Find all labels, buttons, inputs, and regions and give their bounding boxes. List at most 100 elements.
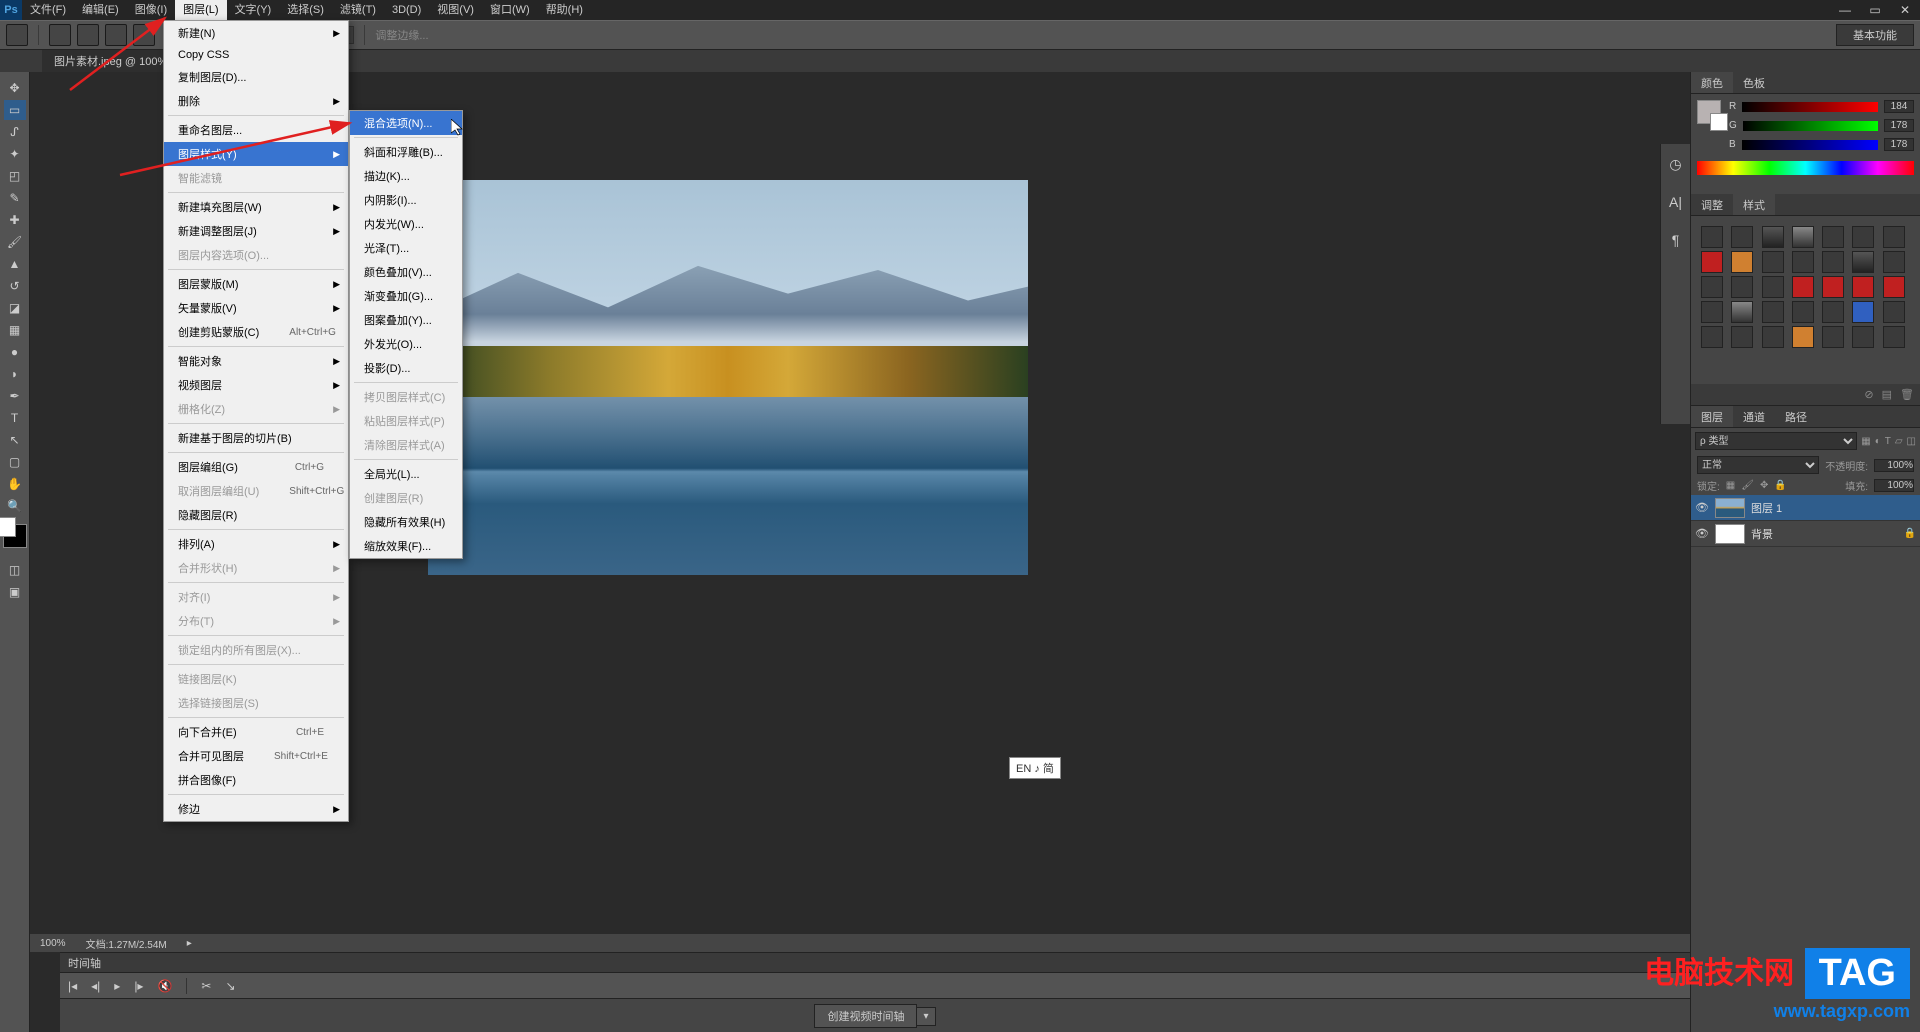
style-preset[interactable] [1883,251,1905,273]
history-panel-icon[interactable]: ◷ [1665,154,1687,174]
menu-item[interactable]: 颜色叠加(V)... [350,260,462,284]
minimize-button[interactable]: — [1830,0,1860,20]
style-preset[interactable] [1822,251,1844,273]
healing-tool[interactable]: ✚ [4,210,26,230]
style-preset[interactable] [1701,326,1723,348]
menu-3d[interactable]: 3D(D) [384,0,429,20]
selection-new-icon[interactable] [49,24,71,46]
tab-styles[interactable]: 样式 [1733,194,1775,215]
layer-thumbnail[interactable] [1715,524,1745,544]
menu-文件[interactable]: 文件(F) [22,0,74,20]
panel-new-icon[interactable]: ▤ [1882,388,1892,401]
ime-indicator[interactable]: EN ♪ 简 [1009,757,1061,779]
style-preset[interactable] [1852,251,1874,273]
layer-thumbnail[interactable] [1715,498,1745,518]
tab-layers[interactable]: 图层 [1691,406,1733,427]
menu-item[interactable]: 拼合图像(F) [164,768,348,792]
paragraph-panel-icon[interactable]: ¶ [1665,230,1687,250]
menu-item[interactable]: 复制图层(D)... [164,65,348,89]
transition-icon[interactable]: ↘ [225,979,235,993]
menu-编辑[interactable]: 编辑(E) [74,0,127,20]
style-preset[interactable] [1701,301,1723,323]
lasso-tool[interactable]: ᔑ [4,122,26,142]
style-preset[interactable] [1852,301,1874,323]
style-preset[interactable] [1852,276,1874,298]
menu-item[interactable]: 渐变叠加(G)... [350,284,462,308]
visibility-icon[interactable]: 👁 [1695,527,1709,540]
style-preset[interactable] [1852,226,1874,248]
style-preset[interactable] [1701,251,1723,273]
menu-item[interactable]: 光泽(T)... [350,236,462,260]
hand-tool[interactable]: ✋ [4,474,26,494]
style-preset[interactable] [1762,301,1784,323]
style-preset[interactable] [1822,276,1844,298]
menu-选择[interactable]: 选择(S) [279,0,332,20]
stamp-tool[interactable]: ▲ [4,254,26,274]
visibility-icon[interactable]: 👁 [1695,501,1709,514]
menu-item[interactable]: 内发光(W)... [350,212,462,236]
quick-mask-icon[interactable]: ◫ [4,560,26,580]
r-value[interactable] [1884,100,1914,113]
tab-adjustments[interactable]: 调整 [1691,194,1733,215]
menu-item[interactable]: 新建基于图层的切片(B) [164,426,348,450]
blur-tool[interactable]: ● [4,342,26,362]
brush-tool[interactable]: 🖌 [4,232,26,252]
panel-clear-icon[interactable]: ⊘ [1864,388,1873,401]
move-tool[interactable]: ✥ [4,78,26,98]
menu-窗口[interactable]: 窗口(W) [482,0,538,20]
timeline-tab[interactable]: 时间轴 [60,953,1690,973]
menu-item[interactable]: 描边(K)... [350,164,462,188]
selection-subtract-icon[interactable] [105,24,127,46]
goto-first-icon[interactable]: |◂ [68,979,77,993]
g-value[interactable] [1884,119,1914,132]
tool-preset-icon[interactable] [6,24,28,46]
layer-name[interactable]: 图层 1 [1751,500,1782,516]
menu-item[interactable]: 重命名图层... [164,118,348,142]
layer-row[interactable]: 👁 图层 1 [1691,495,1920,521]
menu-item[interactable]: Copy CSS [164,45,348,65]
history-brush-tool[interactable]: ↺ [4,276,26,296]
r-slider[interactable] [1742,102,1878,112]
style-preset[interactable] [1731,301,1753,323]
color-swatches[interactable] [3,524,27,548]
style-preset[interactable] [1883,276,1905,298]
menu-item[interactable]: 图层样式(Y)▶ [164,142,348,166]
menu-item[interactable]: 智能对象▶ [164,349,348,373]
marquee-tool[interactable]: ▭ [4,100,26,120]
style-preset[interactable] [1792,226,1814,248]
create-timeline-button[interactable]: 创建视频时间轴 [814,1004,917,1028]
prev-frame-icon[interactable]: ◂| [91,979,100,993]
menu-item[interactable]: 内阴影(I)... [350,188,462,212]
style-preset[interactable] [1883,301,1905,323]
menu-item[interactable]: 图层蒙版(M)▶ [164,272,348,296]
color-spectrum[interactable] [1697,161,1914,175]
selection-add-icon[interactable] [77,24,99,46]
style-preset[interactable] [1822,226,1844,248]
magic-wand-tool[interactable]: ✦ [4,144,26,164]
menu-item[interactable]: 全局光(L)... [350,462,462,486]
style-preset[interactable] [1822,301,1844,323]
fill-field[interactable] [1874,479,1914,492]
blend-mode-select[interactable]: 正常 [1697,456,1819,474]
style-preset[interactable] [1883,226,1905,248]
menu-item[interactable]: 排列(A)▶ [164,532,348,556]
g-slider[interactable] [1743,121,1878,131]
style-preset[interactable] [1792,326,1814,348]
doc-info[interactable]: 文档:1.27M/2.54M [86,936,167,951]
style-preset[interactable] [1701,226,1723,248]
menu-视图[interactable]: 视图(V) [429,0,482,20]
menu-item[interactable]: 矢量蒙版(V)▶ [164,296,348,320]
pen-tool[interactable]: ✒ [4,386,26,406]
shape-tool[interactable]: ▢ [4,452,26,472]
lock-image-icon[interactable]: 🖌 [1741,480,1754,491]
layer-filter-kind[interactable]: ρ 类型 [1695,432,1857,450]
split-icon[interactable]: ✂ [201,979,211,993]
dodge-tool[interactable]: ◗ [4,364,26,384]
style-preset[interactable] [1701,276,1723,298]
tab-color[interactable]: 颜色 [1691,72,1733,93]
menu-item[interactable]: 创建剪贴蒙版(C)Alt+Ctrl+G [164,320,348,344]
menu-滤镜[interactable]: 滤镜(T) [332,0,384,20]
menu-item[interactable]: 图案叠加(Y)... [350,308,462,332]
menu-item[interactable]: 新建(N)▶ [164,21,348,45]
menu-item[interactable]: 合并可见图层Shift+Ctrl+E [164,744,348,768]
